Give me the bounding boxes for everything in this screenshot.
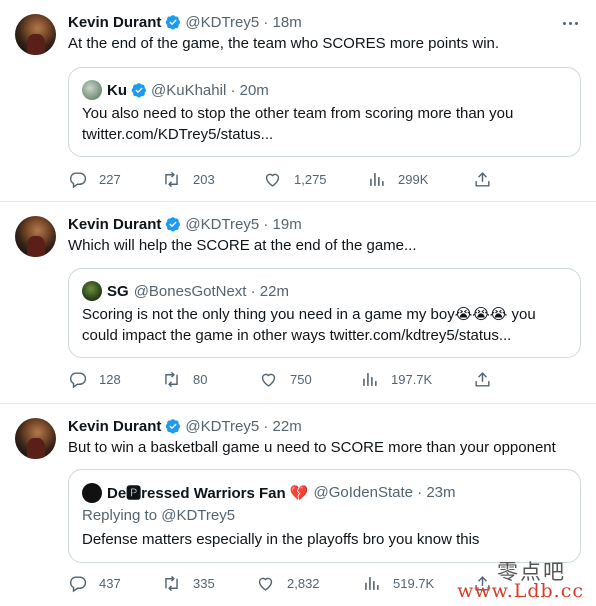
- reply-count: 227: [99, 172, 121, 187]
- share-icon: [475, 172, 490, 187]
- tweet-header: Kevin Durant @KDTrey5 · 22m: [68, 416, 302, 436]
- reply-count: 437: [99, 576, 121, 591]
- author-handle[interactable]: @KDTrey5 · 18m: [185, 14, 301, 31]
- author-handle[interactable]: @KDTrey5 · 22m: [185, 418, 301, 435]
- avatar[interactable]: [15, 216, 56, 257]
- quote-header: Ku @KuKhahil · 20m: [82, 80, 269, 100]
- quote-link[interactable]: twitter.com/KDTrey5/status...: [82, 124, 273, 146]
- retweet-icon: [165, 171, 178, 188]
- like-count: 1,275: [294, 172, 327, 187]
- quoted-tweet[interactable]: SG @BonesGotNext · 22m Scoring is not th…: [68, 268, 581, 358]
- reply-button[interactable]: 128: [68, 370, 121, 389]
- tweet-text: But to win a basketball game u need to S…: [68, 439, 556, 456]
- views-button[interactable]: 197.7K: [360, 370, 432, 389]
- retweet-button[interactable]: 203: [162, 170, 215, 189]
- watermark: 零点吧 www.Ldb.cc: [457, 554, 588, 604]
- quote-text-line: Defense matters especially in the playof…: [82, 531, 480, 548]
- watermark-line-2: www.Ldb.cc: [457, 580, 584, 602]
- retweet-icon: [165, 575, 178, 592]
- quote-author-name: De🅿ressed Warriors Fan 💔: [107, 485, 309, 502]
- tweet-actions: 128 80 750 197.7K: [68, 370, 568, 390]
- retweet-count: 80: [193, 372, 208, 387]
- reply-button[interactable]: 437: [68, 574, 121, 593]
- reply-icon: [69, 372, 87, 389]
- share-icon: [475, 372, 490, 387]
- heart-icon: [265, 173, 280, 187]
- views-icon: [363, 373, 377, 386]
- quote-author-handle: @KuKhahil · 20m: [151, 81, 269, 99]
- like-button[interactable]: 1,275: [263, 170, 327, 189]
- verified-badge-icon: [166, 15, 181, 30]
- quote-author-name: SG: [107, 282, 129, 300]
- retweet-icon: [165, 371, 178, 388]
- tweet-header: Kevin Durant @KDTrey5 · 18m: [68, 12, 302, 32]
- tweet-header: Kevin Durant @KDTrey5 · 19m: [68, 214, 302, 234]
- verified-badge-icon: [166, 217, 181, 232]
- quote-text-line: Scoring is not the only thing you need i…: [82, 306, 536, 323]
- quote-avatar: [82, 482, 102, 503]
- reply-button[interactable]: 227: [68, 170, 121, 189]
- author-name[interactable]: Kevin Durant: [68, 14, 161, 31]
- retweet-count: 203: [193, 172, 215, 187]
- reply-count: 128: [99, 372, 121, 387]
- reply-icon: [69, 576, 87, 593]
- verified-badge-icon: [131, 83, 146, 98]
- reply-icon: [69, 172, 87, 189]
- tweet-text: Which will help the SCORE at the end of …: [68, 237, 417, 254]
- views-button[interactable]: 299K: [367, 170, 428, 189]
- share-button[interactable]: [473, 370, 504, 389]
- views-count: 299K: [398, 172, 429, 187]
- quoted-tweet[interactable]: Ku @KuKhahil · 20m You also need to stop…: [68, 67, 581, 157]
- retweet-button[interactable]: 335: [162, 574, 215, 593]
- avatar[interactable]: [15, 418, 56, 459]
- retweet-count: 335: [193, 576, 215, 591]
- views-count: 197.7K: [391, 372, 433, 387]
- avatar[interactable]: [15, 14, 56, 55]
- views-icon: [365, 577, 379, 590]
- replying-to[interactable]: Replying to @KDTrey5: [82, 505, 235, 527]
- quote-avatar: [82, 281, 102, 301]
- like-button[interactable]: 750: [259, 370, 312, 389]
- verified-badge-icon: [166, 419, 181, 434]
- heart-icon: [261, 373, 276, 387]
- author-name[interactable]: Kevin Durant: [68, 418, 161, 435]
- like-button[interactable]: 2,832: [256, 574, 320, 593]
- quote-author-name: Ku: [107, 81, 127, 99]
- quote-text-line: could impact the game in other ways twit…: [82, 327, 512, 344]
- heart-icon: [258, 577, 273, 591]
- tweet-actions: 227 203 1,275 299K: [68, 170, 568, 190]
- views-button[interactable]: 519.7K: [362, 574, 434, 593]
- quote-author-handle: @GoIdenState · 23m: [313, 484, 456, 501]
- views-icon: [370, 173, 384, 186]
- quote-header: De🅿ressed Warriors Fan 💔 @GoIdenState · …: [82, 482, 456, 503]
- tweet[interactable]: Kevin Durant @KDTrey5 · 19m Which will h…: [0, 202, 596, 404]
- quote-header: SG @BonesGotNext · 22m: [82, 281, 289, 301]
- share-button[interactable]: [473, 170, 504, 189]
- views-count: 519.7K: [393, 576, 435, 591]
- like-count: 2,832: [287, 576, 320, 591]
- like-count: 750: [290, 372, 312, 387]
- tweet-text: At the end of the game, the team who SCO…: [68, 35, 500, 52]
- author-handle[interactable]: @KDTrey5 · 19m: [185, 216, 301, 233]
- retweet-button[interactable]: 80: [162, 370, 207, 389]
- quote-text-line: You also need to stop the other team fro…: [82, 105, 514, 122]
- quote-avatar: [82, 80, 102, 100]
- quote-author-handle: @BonesGotNext · 22m: [133, 282, 289, 300]
- quoted-tweet[interactable]: De🅿ressed Warriors Fan 💔 @GoIdenState · …: [68, 469, 581, 563]
- author-name[interactable]: Kevin Durant: [68, 216, 161, 233]
- more-options-icon[interactable]: [562, 14, 580, 32]
- tweet[interactable]: Kevin Durant @KDTrey5 · 18m At the end o…: [0, 0, 596, 202]
